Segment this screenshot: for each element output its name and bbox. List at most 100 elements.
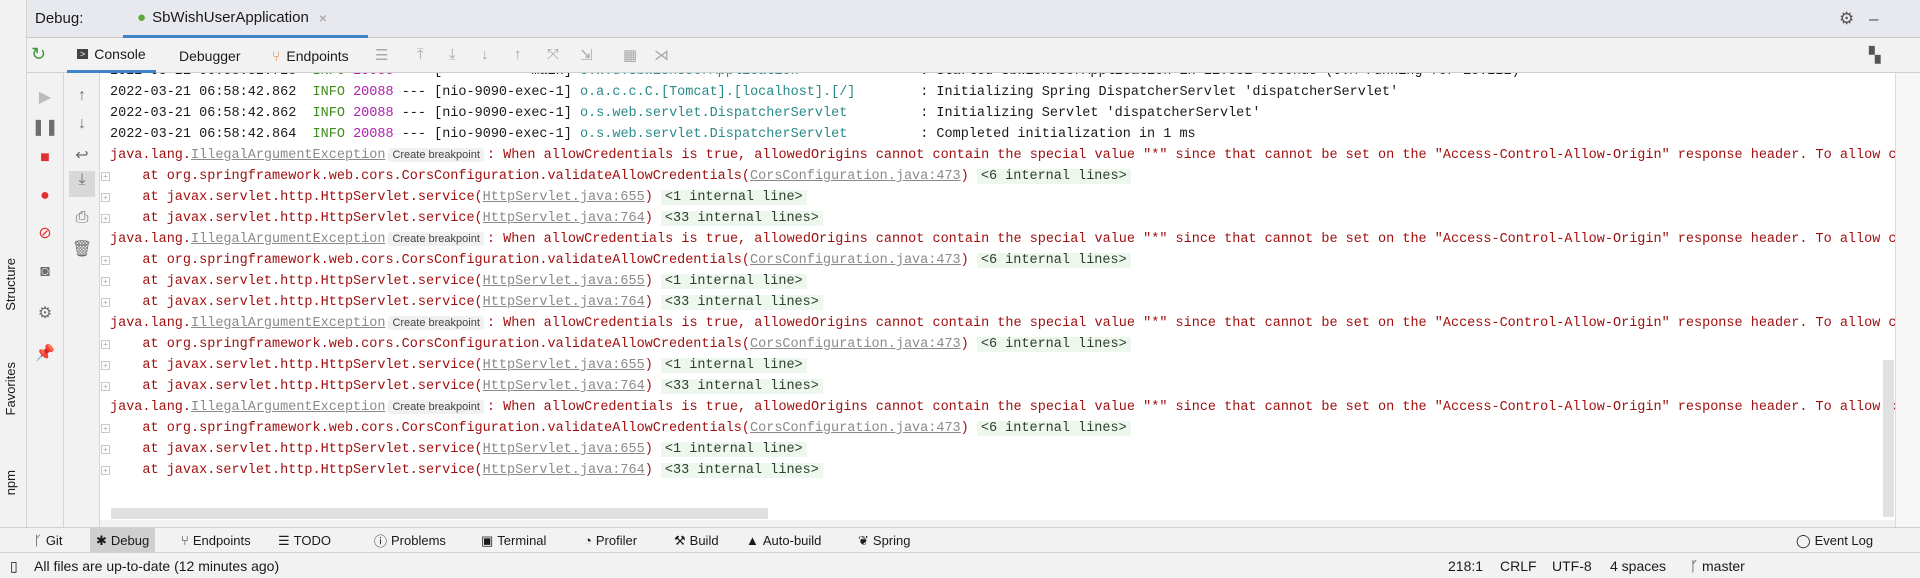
internal-lines-toggle[interactable]: <6 internal lines> [976,337,1131,352]
internal-lines-toggle[interactable]: <6 internal lines> [976,253,1131,268]
expand-fold-icon[interactable]: + [101,256,110,265]
tool-git[interactable]: ᚴ Git [28,528,68,553]
tool-build[interactable]: ⚒ Build [668,528,725,553]
create-breakpoint-button[interactable]: Create breakpoint [388,316,484,330]
soft-wrap-icon[interactable]: ↩ [64,145,100,165]
structure-tab[interactable]: Structure [3,258,18,311]
tool-terminal[interactable]: ▣ Terminal [475,528,552,553]
step-into-icon[interactable]: ↓ [481,46,489,63]
indent-setting[interactable]: 4 spaces [1610,558,1666,574]
down-icon[interactable]: ↓ [64,115,100,133]
internal-lines-toggle[interactable]: <33 internal lines> [660,211,823,226]
show-execution-point-icon[interactable]: ⤒ [417,46,424,63]
frame-source-link[interactable]: CorsConfiguration.java:473 [750,421,961,436]
tool-todo[interactable]: ☰ TODO [272,528,337,553]
internal-lines-toggle[interactable]: <33 internal lines> [660,295,823,310]
internal-lines-toggle[interactable]: <1 internal line> [660,442,807,457]
tool-label: Build [689,533,719,548]
internal-lines-toggle[interactable]: <1 internal line> [660,274,807,289]
frame-source-link[interactable]: HttpServlet.java:764 [483,295,645,310]
expand-fold-icon[interactable]: + [101,298,110,307]
frame-source-link[interactable]: HttpServlet.java:655 [483,274,645,289]
exception-class-link[interactable]: IllegalArgumentException [191,148,385,163]
internal-lines-toggle[interactable]: <1 internal line> [660,190,807,205]
tool-spring[interactable]: ❦ Spring [852,528,916,553]
settings-icon[interactable]: ⚙ [27,303,63,323]
step-over-icon[interactable]: ⤓ [449,46,456,63]
internal-lines-toggle[interactable]: <6 internal lines> [976,421,1131,436]
tab-endpoints[interactable]: ⑂ Endpoints [272,38,349,73]
expand-fold-icon[interactable]: + [101,277,110,286]
tool-endpoints[interactable]: ⑂ Endpoints [175,528,257,553]
tool-auto-build[interactable]: ▲ Auto-build [740,528,827,553]
horizontal-scrollbar[interactable] [111,508,768,519]
exception-class-link[interactable]: IllegalArgumentException [191,400,385,415]
tab-sbwishuserapplication[interactable]: ● SbWishUserApplication × [123,0,368,38]
line-separator[interactable]: CRLF [1500,558,1537,574]
scroll-to-end-icon[interactable]: ⤓ [69,171,95,197]
frame-source-link[interactable]: HttpServlet.java:764 [483,211,645,226]
file-encoding[interactable]: UTF-8 [1552,558,1592,574]
drop-frame-icon[interactable]: ⤧ [547,46,559,63]
create-breakpoint-button[interactable]: Create breakpoint [388,148,484,162]
expand-fold-icon[interactable]: + [101,172,110,181]
pin-icon[interactable]: 📌 [27,343,63,363]
view-breakpoints-icon[interactable]: ● [27,187,63,205]
frame-source-link[interactable]: HttpServlet.java:655 [483,358,645,373]
console-output[interactable]: 2022-03-21 06:58:32.728 INFO 20088 --- [… [100,73,1895,520]
exception-class-link[interactable]: IllegalArgumentException [191,232,385,247]
expand-fold-icon[interactable]: + [101,424,110,433]
npm-tab[interactable]: npm [3,470,18,495]
up-icon[interactable]: ↑ [64,87,100,105]
step-out-icon[interactable]: ↑ [514,46,522,63]
expand-fold-icon[interactable]: + [101,445,110,454]
expand-fold-icon[interactable]: + [101,340,110,349]
expand-fold-icon[interactable]: + [101,361,110,370]
tool-profiler[interactable]: ◔ Profiler [578,528,643,553]
expand-fold-icon[interactable]: + [101,214,110,223]
rerun-icon[interactable]: ↻ [31,44,46,65]
mute-breakpoints-icon[interactable]: ⊘ [27,223,63,243]
resume-icon[interactable]: ▶ [27,87,63,107]
internal-lines-toggle[interactable]: <1 internal line> [660,358,807,373]
layout-icon[interactable]: ▚ [1869,46,1881,64]
expand-fold-icon[interactable]: + [101,466,110,475]
frame-source-link[interactable]: HttpServlet.java:764 [483,379,645,394]
event-log-button[interactable]: ◯ Event Log [1790,528,1879,553]
menu-icon[interactable]: ☰ [375,46,388,64]
tab-console[interactable]: > Console [67,38,156,73]
frame-source-link[interactable]: CorsConfiguration.java:473 [750,169,961,184]
trace-icon[interactable]: ⋊ [654,46,669,64]
camera-icon[interactable]: ◙ [27,263,63,281]
frame-source-link[interactable]: CorsConfiguration.java:473 [750,253,961,268]
favorites-tab[interactable]: Favorites [3,362,18,415]
print-icon[interactable]: ⎙ [64,209,100,227]
gear-icon[interactable]: ⚙ [1839,9,1854,29]
internal-lines-toggle[interactable]: <6 internal lines> [976,169,1131,184]
close-icon[interactable]: × [319,10,327,26]
internal-lines-toggle[interactable]: <33 internal lines> [660,379,823,394]
vertical-scrollbar[interactable] [1883,360,1894,517]
evaluate-expression-icon[interactable]: ▦ [623,46,637,64]
trash-icon[interactable]: 🗑 [64,239,100,259]
frame-source-link[interactable]: HttpServlet.java:764 [483,463,645,478]
expand-fold-icon[interactable]: + [101,382,110,391]
git-branch[interactable]: master [1702,558,1745,574]
tab-debugger[interactable]: Debugger [179,38,241,73]
create-breakpoint-button[interactable]: Create breakpoint [388,400,484,414]
tool-label: Spring [872,533,911,548]
expand-fold-icon[interactable]: + [101,193,110,202]
stop-icon[interactable]: ■ [27,149,63,167]
frame-source-link[interactable]: HttpServlet.java:655 [483,442,645,457]
minimize-icon[interactable]: – [1869,9,1878,29]
tool-problems[interactable]: ⓘ Problems [368,528,452,553]
pause-icon[interactable]: ❚❚ [27,117,63,137]
run-to-cursor-icon[interactable]: ⇲ [580,46,593,64]
tool-debug[interactable]: ✱ Debug [90,528,156,553]
frame-source-link[interactable]: CorsConfiguration.java:473 [750,337,961,352]
caret-position[interactable]: 218:1 [1448,558,1483,574]
exception-class-link[interactable]: IllegalArgumentException [191,316,385,331]
create-breakpoint-button[interactable]: Create breakpoint [388,232,484,246]
frame-source-link[interactable]: HttpServlet.java:655 [483,190,645,205]
internal-lines-toggle[interactable]: <33 internal lines> [660,463,823,478]
